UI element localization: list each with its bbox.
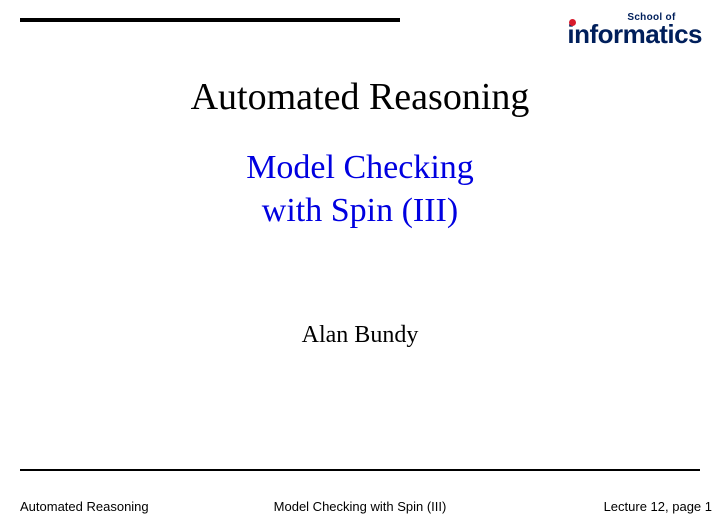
- slide-author: Alan Bundy: [0, 322, 720, 349]
- logo-main-text: informatics: [567, 23, 702, 46]
- slide-content: Automated Reasoning Model Checking with …: [0, 75, 720, 349]
- footer-right: Lecture 12, page 1: [604, 499, 712, 514]
- top-horizontal-rule: [20, 18, 400, 22]
- subtitle-line-1: Model Checking: [246, 149, 474, 186]
- school-logo: School of informatics: [567, 12, 702, 46]
- slide-subtitle: Model Checking with Spin (III): [0, 147, 720, 232]
- subtitle-line-2: with Spin (III): [262, 192, 458, 229]
- slide-title: Automated Reasoning: [0, 75, 720, 119]
- bottom-horizontal-rule: [20, 469, 700, 471]
- logo-wordmark: nformatics: [574, 19, 702, 49]
